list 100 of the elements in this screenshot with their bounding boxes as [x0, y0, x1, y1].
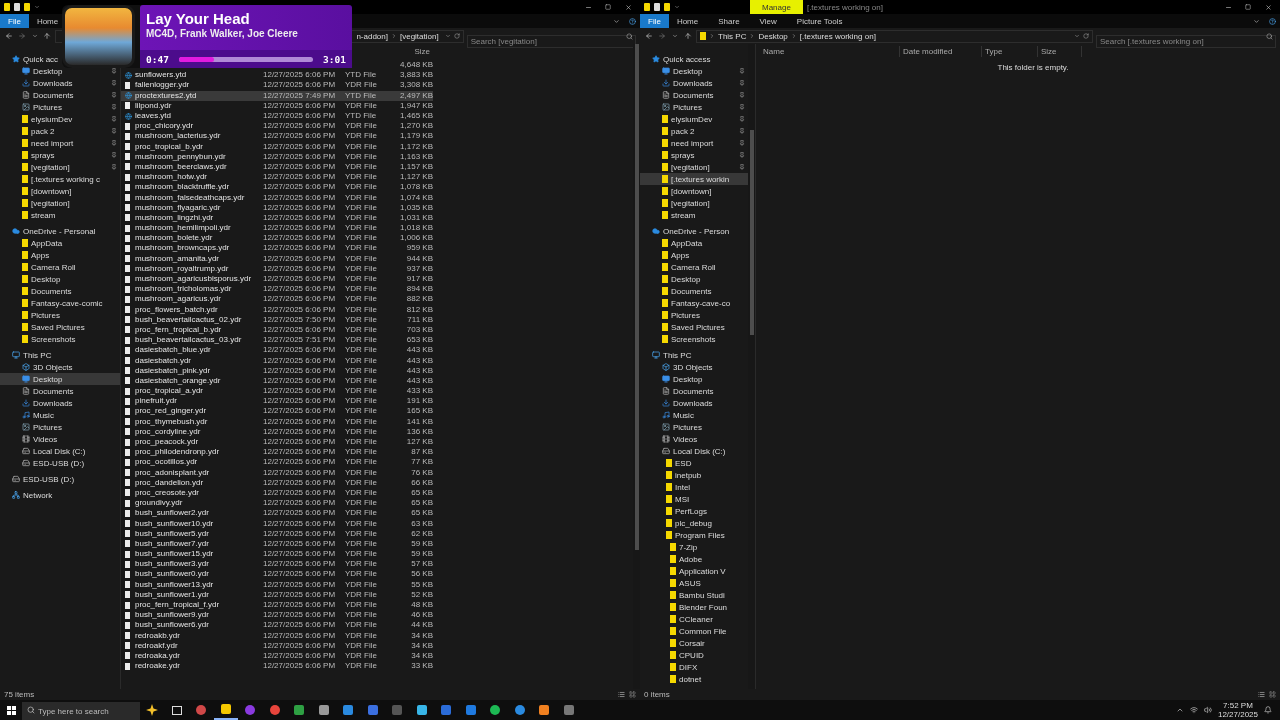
- nav-item[interactable]: OneDrive - Personal: [0, 225, 120, 237]
- file-row[interactable]: dasiesbatch.ydr 12/27/2025 6:06 PM YDR File 443 KB: [121, 355, 433, 366]
- nav-item[interactable]: need import: [640, 137, 748, 149]
- nav-item[interactable]: Quick acc: [0, 53, 120, 65]
- address-bar[interactable]: This PC Desktop [.textures working on]: [696, 29, 1093, 43]
- nav-item[interactable]: [vegitation]: [640, 161, 748, 173]
- nav-item[interactable]: Screenshots: [0, 333, 120, 345]
- time[interactable]: 7:52 PM: [1223, 701, 1253, 710]
- caret-icon[interactable]: [34, 4, 40, 10]
- nav-item[interactable]: Program Files: [640, 529, 748, 541]
- nav-item[interactable]: Documents: [0, 89, 120, 101]
- breadcrumb[interactable]: Desktop: [758, 31, 788, 41]
- file-row[interactable]: mushroom_blacktruffle.ydr 12/27/2025 6:06 PM YDR File 1,078 KB: [121, 182, 433, 193]
- file-row[interactable]: mushroom_lacterius.ydr 12/27/2025 6:06 PM YDR File 1,179 KB: [121, 131, 433, 142]
- file-row[interactable]: proc_fern_tropical_b.ydr 12/27/2025 6:06 PM YDR File 703 KB: [121, 324, 433, 336]
- breadcrumb[interactable]: [vegitation]: [399, 31, 439, 41]
- search-field[interactable]: Search [vegitation]: [466, 34, 636, 48]
- progress-track[interactable]: [178, 56, 314, 62]
- nav-item[interactable]: Documents: [0, 285, 120, 297]
- file-row[interactable]: mushroom_browncaps.ydr 12/27/2025 6:06 PM YDR File 959 KB: [121, 243, 433, 254]
- file-row[interactable]: proc_tropical_b.ydr 12/27/2025 6:06 PM YDR File 1,172 KB: [121, 141, 433, 152]
- nav-item[interactable]: Saved Pictures: [0, 321, 120, 333]
- nav-item[interactable]: Desktop: [0, 373, 120, 385]
- nav-item[interactable]: Bambu Studi: [640, 589, 748, 601]
- tray-chevron-icon[interactable]: [1175, 706, 1184, 714]
- search-field[interactable]: Search [.textures working on]: [1096, 34, 1276, 48]
- nav-item[interactable]: stream: [0, 209, 120, 221]
- nav-item[interactable]: Quick access: [640, 53, 748, 65]
- back-button[interactable]: [4, 31, 14, 41]
- file-row[interactable]: leaves.ytd 12/27/2025 6:06 PM YTD File 1,465 KB: [121, 110, 433, 122]
- file-row[interactable]: bush_beavertailcactus_02.ydr 12/27/2025 7:50 PM YDR File 711 KB: [121, 314, 433, 325]
- nav-item[interactable]: 3D Objects: [0, 361, 120, 373]
- nav-item[interactable]: [vegitation]: [0, 161, 120, 173]
- file-row[interactable]: proc_flowers_batch.ydr 12/27/2025 6:06 PM YDR File 812 KB: [121, 304, 433, 315]
- nav-item[interactable]: CPUID: [640, 649, 748, 661]
- file-row[interactable]: bush_sunflower5.ydr 12/27/2025 6:06 PM YDR File 62 KB: [121, 528, 433, 539]
- file-row[interactable]: dasiesbatch_orange.ydr 12/27/2025 6:06 PM YDR File 443 KB: [121, 375, 433, 386]
- taskbar-search-field[interactable]: Type here to search: [22, 701, 140, 720]
- ribbon-tab[interactable]: Home: [30, 14, 65, 28]
- file-row[interactable]: proc_ocotillos.ydr 12/27/2025 6:06 PM YDR File 77 KB: [121, 457, 433, 468]
- date[interactable]: 12/27/2025: [1217, 710, 1258, 719]
- scrollbar-thumb[interactable]: [635, 44, 639, 550]
- file-row[interactable]: proc_red_ginger.ydr 12/27/2025 6:06 PM YDR File 165 KB: [121, 406, 433, 417]
- nav-item[interactable]: Pictures: [640, 421, 748, 433]
- file-row[interactable]: bush_sunflower10.ydr 12/27/2025 6:06 PM YDR File 63 KB: [121, 518, 433, 529]
- file-row[interactable]: groundivy.ydr 12/27/2025 6:06 PM YDR File 65 KB: [121, 498, 433, 509]
- nav-item[interactable]: Pictures: [0, 101, 120, 113]
- nav-item[interactable]: 7-Zip: [640, 541, 748, 553]
- nav-item[interactable]: Corsair: [640, 637, 748, 649]
- nav-item[interactable]: Apps: [640, 249, 748, 261]
- file-row[interactable]: proc_adonisplant.ydr 12/27/2025 6:06 PM YDR File 76 KB: [121, 467, 433, 478]
- file-row[interactable]: mushroom_flyagaric.ydr 12/27/2025 6:06 PM YDR File 1,035 KB: [121, 202, 433, 213]
- refresh-icon[interactable]: [453, 33, 460, 39]
- ribbon-tab[interactable]: Home: [670, 14, 705, 28]
- nav-item[interactable]: OneDrive - Person: [640, 225, 748, 237]
- nav-item[interactable]: [downtown]: [640, 185, 748, 197]
- nav-item[interactable]: need import: [0, 137, 120, 149]
- notification-icon[interactable]: [1264, 706, 1272, 714]
- nav-item[interactable]: Intel: [640, 481, 748, 493]
- column-header[interactable]: Date modified: [900, 45, 982, 57]
- nav-item[interactable]: AppData: [640, 237, 748, 249]
- dropdown-icon[interactable]: [1074, 33, 1080, 39]
- nav-item[interactable]: Documents: [640, 89, 748, 101]
- file-row[interactable]: fallenlogger.ydr 12/27/2025 6:06 PM YDR File 3,308 KB: [121, 80, 433, 91]
- file-row[interactable]: sunflowers.ytd 12/27/2025 6:06 PM YTD File 3,883 KB: [121, 70, 433, 81]
- file-row[interactable]: lilpond.ydr 12/27/2025 6:06 PM YDR File 1,947 KB: [121, 100, 433, 111]
- nav-item[interactable]: ESD-USB (D:): [0, 473, 120, 485]
- large-icons-view-icon[interactable]: [1269, 691, 1276, 698]
- up-button[interactable]: [42, 31, 53, 41]
- file-row[interactable]: redroake.ydr 12/27/2025 6:06 PM YDR File 33 KB: [121, 661, 433, 672]
- ribbon-tab[interactable]: Share: [712, 14, 746, 28]
- nav-item[interactable]: Downloads: [0, 77, 120, 89]
- column-header[interactable]: Size: [391, 45, 433, 57]
- file-row[interactable]: proc_cordyline.ydr 12/27/2025 6:06 PM YDR File 136 KB: [121, 426, 433, 437]
- nav-item[interactable]: Videos: [640, 433, 748, 445]
- file-row[interactable]: bush_sunflower0.ydr 12/27/2025 6:06 PM YDR File 56 KB: [121, 569, 433, 580]
- file-row[interactable]: bush_sunflower2.ydr 12/27/2025 6:06 PM YDR File 65 KB: [121, 508, 433, 519]
- nav-item[interactable]: This PC: [0, 349, 120, 361]
- breadcrumb[interactable]: n-addon]: [356, 31, 388, 41]
- ribbon-tab[interactable]: File: [0, 14, 29, 28]
- back-button[interactable]: [644, 31, 654, 41]
- file-row[interactable]: mushroom_falsedeathcaps.ydr 12/27/2025 6:06 PM YDR File 1,074 KB: [121, 192, 433, 203]
- file-row[interactable]: dasiesbatch_pink.ydr 12/27/2025 6:06 PM YDR File 443 KB: [121, 365, 433, 376]
- nav-item[interactable]: Pictures: [0, 421, 120, 433]
- file-row[interactable]: proc_chicory.ydr 12/27/2025 6:06 PM YDR File 1,270 KB: [121, 121, 433, 132]
- file-row[interactable]: mushroom_amanita.ydr 12/27/2025 6:06 PM YDR File 944 KB: [121, 253, 433, 264]
- breadcrumb[interactable]: [.textures working on]: [799, 31, 876, 41]
- file-row[interactable]: proc_peacock.ydr 12/27/2025 6:06 PM YDR File 127 KB: [121, 436, 433, 448]
- large-icons-view-icon[interactable]: [629, 691, 636, 698]
- nav-item[interactable]: Fantasy-cave-comic: [0, 297, 120, 309]
- nav-item[interactable]: Pictures: [640, 101, 748, 113]
- nav-item[interactable]: Desktop: [640, 373, 748, 385]
- file-row[interactable]: mushroom_tricholomas.ydr 12/27/2025 6:06 PM YDR File 894 KB: [121, 284, 433, 295]
- details-view-icon[interactable]: [1258, 691, 1265, 698]
- file-row[interactable]: proc_fern_tropical_f.ydr 12/27/2025 6:06 PM YDR File 48 KB: [121, 599, 433, 611]
- nav-item[interactable]: [vegitation]: [0, 197, 120, 209]
- nav-item[interactable]: DIFX: [640, 661, 748, 673]
- nav-item[interactable]: Downloads: [640, 397, 748, 409]
- scrollbar-thumb[interactable]: [750, 130, 754, 335]
- nav-item[interactable]: Application V: [640, 565, 748, 577]
